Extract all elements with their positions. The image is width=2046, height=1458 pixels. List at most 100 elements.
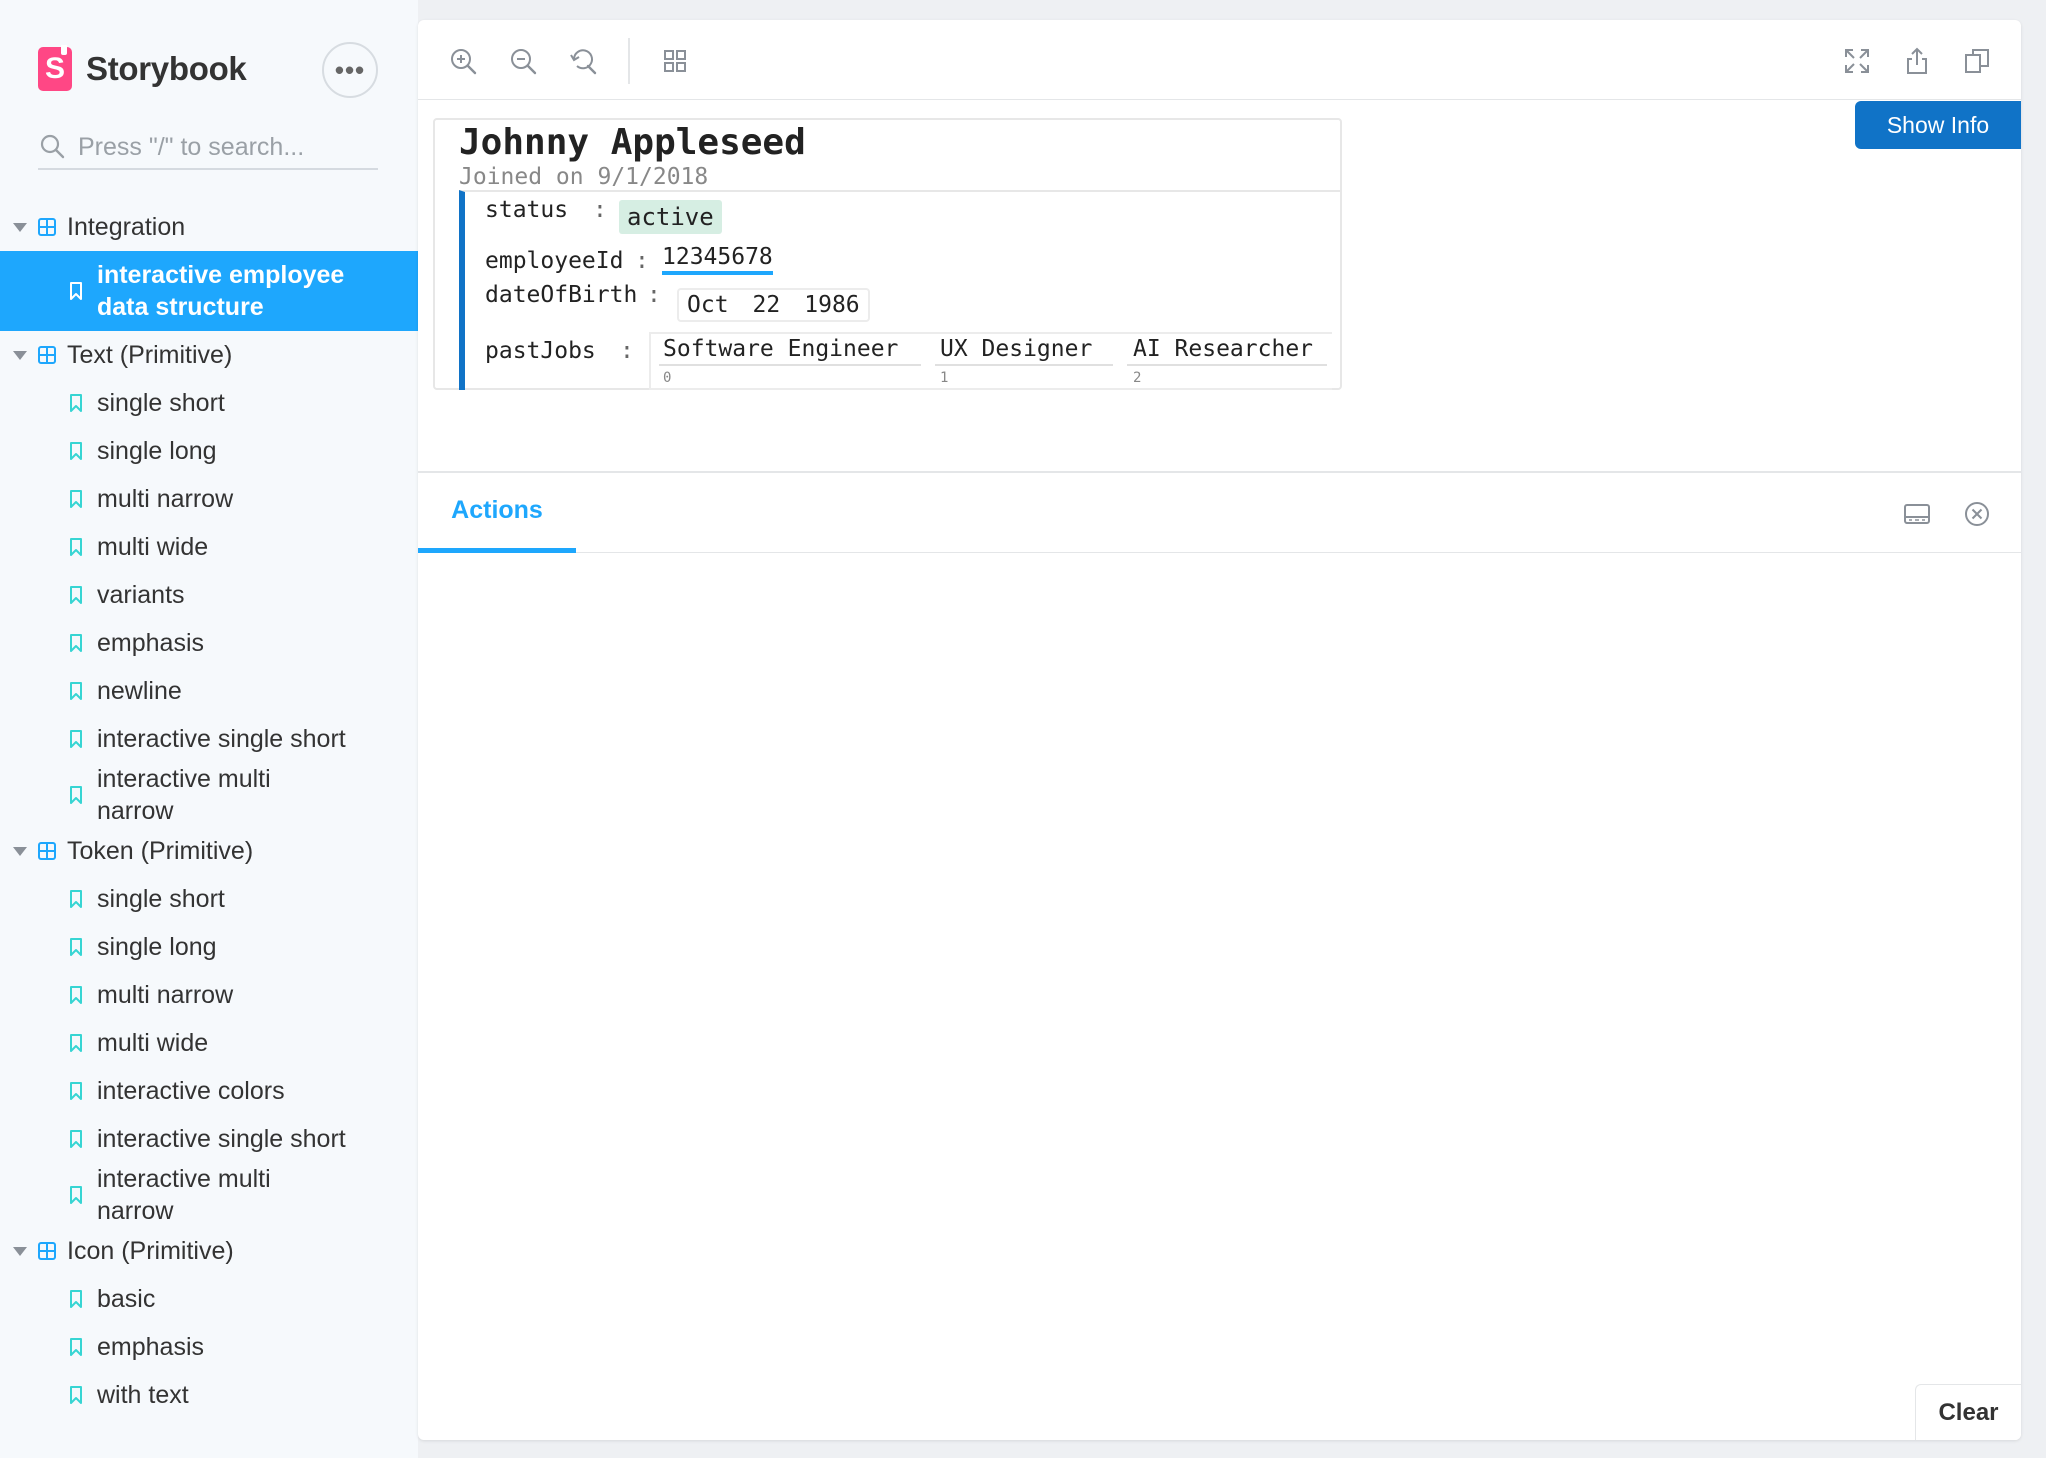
chevron-down-icon — [13, 1247, 27, 1256]
toolbar — [418, 20, 2021, 100]
sidebar-group-label: Token (Primitive) — [67, 836, 254, 865]
chevron-down-icon — [13, 351, 27, 360]
status-key: status — [485, 197, 569, 223]
sidebar-group-icon-primitive[interactable]: Icon (Primitive) — [0, 1227, 418, 1275]
date-of-birth-value[interactable]: Oct 22 1986 — [677, 288, 870, 322]
sidebar-item-interactive-single-short[interactable]: interactive single short — [0, 1115, 418, 1163]
bookmark-icon — [70, 786, 82, 804]
sidebar-item-label: interactive employee data structure — [97, 261, 345, 321]
component-icon — [38, 842, 56, 860]
sidebar-group-label: Integration — [67, 212, 186, 241]
panel-position-icon[interactable] — [1902, 499, 1932, 529]
bookmark-icon — [70, 1082, 82, 1100]
tab-actions[interactable]: Actions — [418, 473, 576, 553]
dob-year: 1986 — [804, 292, 860, 318]
search-bar[interactable] — [38, 126, 378, 170]
story-preview: Show Info Johnny Appleseed Joined on 9/1… — [418, 101, 2021, 471]
sidebar-item-single-short[interactable]: single short — [0, 875, 418, 923]
sidebar-group-integration[interactable]: Integration — [0, 203, 418, 251]
close-panel-icon[interactable] — [1962, 499, 1992, 529]
sidebar-item-label: interactive multi narrow — [97, 1165, 271, 1225]
sidebar-item-label: interactive single short — [97, 725, 346, 753]
past-job-index: 2 — [1133, 370, 1142, 386]
bookmark-icon — [70, 986, 82, 1004]
more-options-button[interactable]: ••• — [322, 42, 378, 98]
sidebar-item-multi-wide[interactable]: multi wide — [0, 1019, 418, 1067]
addons-tabbar: Actions — [418, 473, 2021, 553]
dob-day: 22 — [752, 292, 781, 318]
field-colon: : — [635, 248, 649, 274]
sidebar-item-single-long[interactable]: single long — [0, 923, 418, 971]
past-job-item[interactable]: AI Researcher 2 — [1133, 336, 1314, 386]
past-job-item[interactable]: UX Designer 1 — [940, 336, 1092, 386]
search-icon — [40, 134, 65, 159]
fullscreen-icon[interactable] — [1842, 46, 1872, 76]
sidebar-item-label: single long — [97, 933, 217, 961]
share-icon[interactable] — [1902, 46, 1932, 76]
employee-id-value[interactable]: 12345678 — [662, 244, 773, 275]
bookmark-icon — [70, 890, 82, 908]
component-icon — [38, 1242, 56, 1260]
bookmark-icon — [70, 938, 82, 956]
sidebar-item-interactive-single-short[interactable]: interactive single short — [0, 715, 418, 763]
bookmark-icon — [70, 282, 82, 300]
bookmark-icon — [70, 730, 82, 748]
sidebar-item-interactive-multi-narrow[interactable]: interactive multi narrow — [0, 1163, 418, 1227]
sidebar-item-label: single short — [97, 885, 225, 913]
sidebar-item-variants[interactable]: variants — [0, 571, 418, 619]
clear-button[interactable]: Clear — [1915, 1384, 2021, 1440]
job-divider — [935, 364, 1113, 366]
bookmark-icon — [70, 1290, 82, 1308]
sidebar-group-label: Text (Primitive) — [67, 340, 233, 369]
job-divider — [659, 364, 921, 366]
sidebar-item-label: with text — [97, 1381, 189, 1409]
toolbar-separator — [628, 38, 630, 84]
show-info-button[interactable]: Show Info — [1855, 101, 2021, 149]
past-jobs-key: pastJobs — [485, 338, 596, 364]
sidebar-item-emphasis[interactable]: emphasis — [0, 619, 418, 667]
past-job-item[interactable]: Software Engineer 0 — [663, 336, 899, 386]
sidebar-item-interactive-colors[interactable]: interactive colors — [0, 1067, 418, 1115]
sidebar-item-label: single long — [97, 437, 217, 465]
sidebar-group-token-primitive[interactable]: Token (Primitive) — [0, 827, 418, 875]
sidebar-item-basic[interactable]: basic — [0, 1275, 418, 1323]
sidebar-item-interactive-multi-narrow[interactable]: interactive multi narrow — [0, 763, 418, 827]
sidebar-item-label: interactive multi narrow — [97, 765, 271, 825]
bookmark-icon — [70, 1034, 82, 1052]
copy-icon[interactable] — [1962, 46, 1992, 76]
dob-month: Oct — [687, 292, 729, 318]
status-badge[interactable]: active — [619, 200, 722, 234]
grid-icon[interactable] — [660, 46, 690, 76]
brand[interactable]: S Storybook — [38, 45, 247, 93]
sidebar-item-interactive-employee-data-structure[interactable]: interactive employee data structure — [0, 251, 418, 331]
sidebar-item-multi-narrow[interactable]: multi narrow — [0, 475, 418, 523]
sidebar-item-label: emphasis — [97, 629, 204, 657]
sidebar-item-with-text[interactable]: with text — [0, 1371, 418, 1419]
past-job-title: AI Researcher — [1133, 336, 1314, 362]
sidebar-item-multi-narrow[interactable]: multi narrow — [0, 971, 418, 1019]
past-job-title: Software Engineer — [663, 336, 899, 362]
field-colon: : — [620, 338, 634, 364]
sidebar-item-label: emphasis — [97, 1333, 204, 1361]
reset-zoom-icon[interactable] — [568, 46, 598, 76]
zoom-in-icon[interactable] — [448, 46, 478, 76]
bookmark-icon — [70, 1338, 82, 1356]
field-colon: : — [593, 197, 607, 223]
sidebar-item-single-short[interactable]: single short — [0, 379, 418, 427]
sidebar-item-label: basic — [97, 1285, 156, 1313]
employee-fields: status : active employeeId : 12345678 da… — [459, 190, 1340, 390]
employee-name: Johnny Appleseed — [459, 122, 806, 163]
sidebar-item-emphasis[interactable]: emphasis — [0, 1323, 418, 1371]
sidebar-group-label: Icon (Primitive) — [67, 1236, 234, 1265]
bookmark-icon — [70, 490, 82, 508]
story-tree: Integration interactive employee data str… — [0, 203, 418, 1419]
sidebar-item-single-long[interactable]: single long — [0, 427, 418, 475]
sidebar-item-newline[interactable]: newline — [0, 667, 418, 715]
main-panel: Show Info Johnny Appleseed Joined on 9/1… — [418, 20, 2021, 1440]
sidebar-item-label: multi narrow — [97, 485, 234, 513]
sidebar-item-multi-wide[interactable]: multi wide — [0, 523, 418, 571]
search-input[interactable] — [78, 132, 358, 162]
zoom-out-icon[interactable] — [508, 46, 538, 76]
sidebar-group-text-primitive[interactable]: Text (Primitive) — [0, 331, 418, 379]
sidebar-item-label: multi wide — [97, 1029, 209, 1057]
